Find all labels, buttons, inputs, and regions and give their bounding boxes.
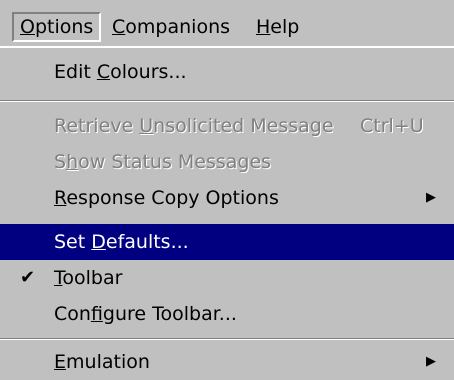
menu-bar: Options Companions Help [0,0,454,46]
emulation-post: mulation [66,351,150,373]
configure-post: igure Toolbar... [102,303,237,325]
set-defaults-post: efaults... [105,231,189,253]
response-copy-options-item[interactable]: Response Copy Options ▶ [0,180,454,216]
menu-companions-mnemonic: C [112,16,126,38]
set-defaults-item[interactable]: Set Defaults... [0,224,454,260]
retrieve-pre: Retrieve [54,115,140,137]
show-status-post: ow Status Messages [78,151,272,173]
retrieve-shortcut: Ctrl+U [360,115,424,137]
response-copy-mnemonic: R [54,187,67,209]
edit-colours-pre: Edit [54,61,97,83]
menu-help[interactable]: Help [250,12,305,42]
configure-mnemonic: f [90,303,103,325]
edit-colours-item[interactable]: Edit Colours... [0,54,454,90]
emulation-item[interactable]: Emulation ▶ [0,344,454,380]
submenu-arrow-icon: ▶ [426,190,436,205]
retrieve-unsolicited-message-item[interactable]: Retrieve Unsolicited Message Ctrl+U [0,108,454,144]
toolbar-item[interactable]: ✔ Toolbar [0,260,454,296]
response-copy-post: esponse Copy Options [66,187,279,209]
menu-companions-label: ompanions [125,16,231,38]
edit-colours-post: olours... [110,61,187,83]
retrieve-mnemonic: U [139,115,154,137]
separator [0,100,454,102]
separator [0,338,454,340]
show-status-pre: S [54,151,67,173]
submenu-arrow-icon: ▶ [426,354,436,369]
menu-options-mnemonic: O [20,16,35,38]
menu-options[interactable]: Options [12,12,102,42]
set-defaults-pre: Set [54,231,92,253]
options-dropdown-menu: Edit Colours... Retrieve Unsolicited Mes… [0,46,454,376]
configure-toolbar-item[interactable]: Configure Toolbar... [0,296,454,332]
show-status-messages-item[interactable]: Show Status Messages [0,144,454,180]
menu-help-mnemonic: H [256,16,271,38]
menu-options-label: ptions [34,16,94,38]
set-defaults-mnemonic: D [91,231,106,253]
configure-pre: Con [54,303,91,325]
edit-colours-mnemonic: C [96,61,111,83]
retrieve-post: nsolicited Message [153,115,334,137]
checkmark-icon: ✔ [20,267,36,288]
emulation-mnemonic: E [54,351,67,373]
menu-companions[interactable]: Companions [106,12,236,42]
show-status-mnemonic: h [66,151,79,173]
menu-help-label: elp [270,16,300,38]
toolbar-post: oolbar [62,267,123,289]
